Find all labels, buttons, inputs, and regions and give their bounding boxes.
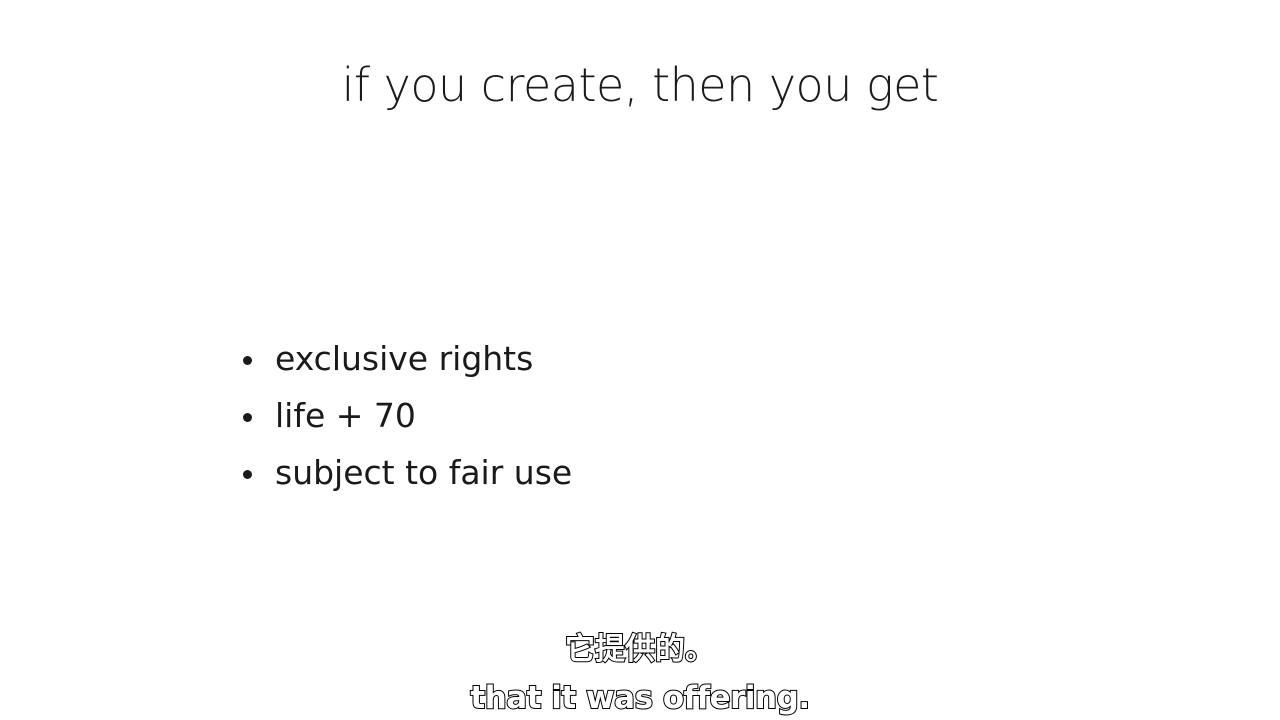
bullet-dot-icon [243, 413, 252, 422]
bullet-dot-icon [243, 470, 252, 479]
bullet-dot-icon [243, 356, 252, 365]
bullet-text: exclusive rights [275, 339, 534, 378]
presentation-slide: if you create, then you get exclusive ri… [0, 0, 1280, 720]
subtitle-english: that it was offering. [469, 679, 811, 717]
slide-title: if you create, then you get [341, 58, 939, 112]
subtitle-chinese: 它提供的。 [564, 631, 716, 668]
bullet-text: life + 70 [275, 396, 416, 435]
bullet-text: subject to fair use [275, 453, 573, 492]
